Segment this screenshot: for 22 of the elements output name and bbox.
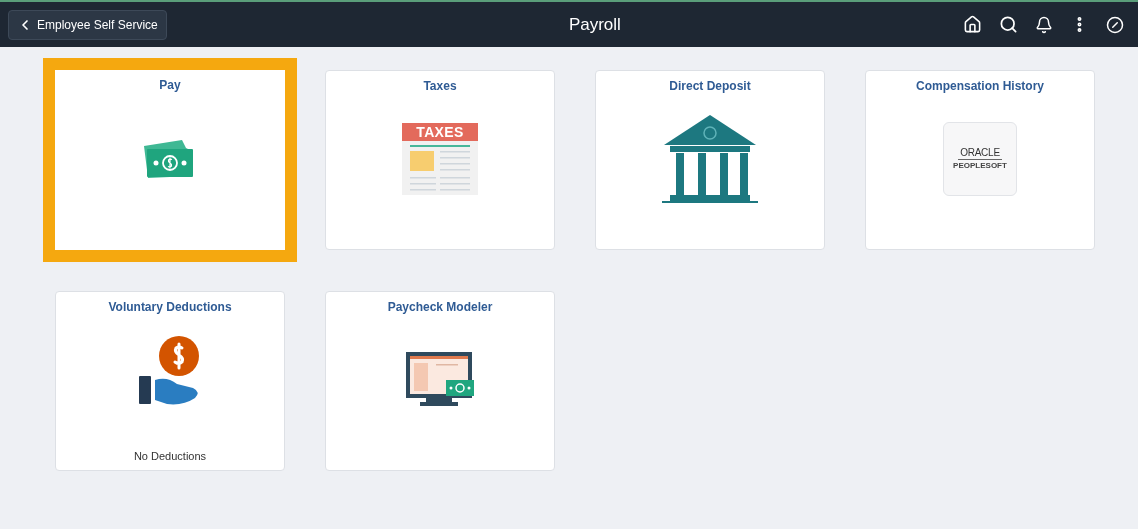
back-button[interactable]: Employee Self Service bbox=[8, 9, 167, 40]
tile[interactable]: Paycheck Modeler bbox=[325, 291, 555, 471]
page-title: Payroll bbox=[568, 13, 621, 36]
tile-title: Direct Deposit bbox=[669, 78, 751, 95]
tile-title: Voluntary Deductions bbox=[108, 299, 232, 316]
tile-title: Compensation History bbox=[916, 78, 1044, 95]
search-icon[interactable] bbox=[999, 15, 1018, 34]
notification-icon[interactable] bbox=[1035, 15, 1053, 34]
tile[interactable]: Compensation History ORACLE PEOPLESOFT bbox=[865, 70, 1095, 250]
logo-wordmark: ORACLE bbox=[958, 146, 1002, 160]
tile-title: Pay bbox=[159, 77, 181, 94]
tile[interactable]: Voluntary Deductions No Deductions bbox=[55, 291, 285, 471]
tile-title: Taxes bbox=[423, 78, 457, 95]
bank-icon bbox=[660, 113, 760, 205]
tax-form-label: TAXES bbox=[402, 123, 478, 141]
tile-title: Paycheck Modeler bbox=[387, 299, 493, 316]
no-entry-icon[interactable] bbox=[1106, 15, 1124, 34]
tile-status: No Deductions bbox=[133, 448, 207, 464]
tile[interactable]: Taxes TAXES bbox=[325, 70, 555, 250]
logo-subtitle: PEOPLESOFT bbox=[953, 159, 1007, 172]
home-icon[interactable] bbox=[963, 15, 982, 34]
tile[interactable]: Direct Deposit bbox=[595, 70, 825, 250]
